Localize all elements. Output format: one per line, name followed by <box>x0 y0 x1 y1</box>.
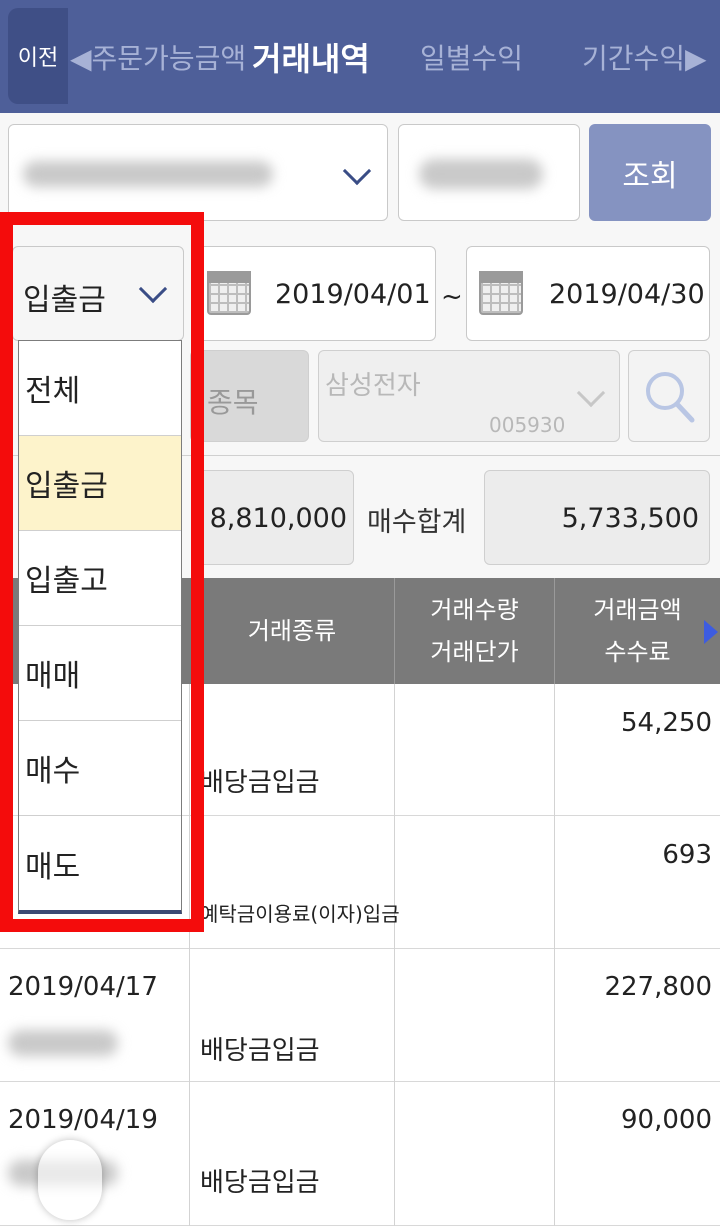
masked-detail <box>8 1030 118 1056</box>
buy-total-box: 5,733,500 <box>484 470 710 565</box>
calendar-icon[interactable] <box>207 271 251 315</box>
column-divider <box>554 684 555 1226</box>
date-to-field[interactable]: 2019/04/30 <box>466 246 710 341</box>
buy-total-label: 매수합계 <box>367 507 467 538</box>
account-select[interactable] <box>8 124 388 221</box>
back-button[interactable]: 이전 <box>8 8 68 104</box>
date-range-separator: ~ <box>441 282 463 312</box>
search-icon <box>646 372 695 423</box>
row-date: 2019/04/19 <box>8 1105 158 1135</box>
stock-button[interactable]: 종목 <box>190 350 309 442</box>
header-qty-price: 거래수량 거래단가 <box>395 578 554 684</box>
date-from-field[interactable]: 2019/04/01 <box>196 246 436 341</box>
chevron-down-icon <box>576 378 606 408</box>
buy-total-value: 5,733,500 <box>561 503 699 534</box>
header-fee-label: 수수료 <box>604 638 671 666</box>
header-amount-label: 거래금액 <box>593 596 682 624</box>
column-divider <box>394 684 395 1226</box>
stock-button-label: 종목 <box>207 386 259 419</box>
dropdown-option-deposit-withdrawal[interactable]: 입출금 <box>19 436 181 531</box>
type-select-value: 입출금 <box>23 283 106 318</box>
dropdown-option-trade[interactable]: 매매 <box>19 626 181 721</box>
chevron-down-icon <box>342 156 372 186</box>
date-from-value: 2019/04/01 <box>275 279 431 310</box>
row-amount: 227,800 <box>604 972 712 1002</box>
dropdown-option-sell[interactable]: 매도 <box>19 816 181 911</box>
row-amount: 693 <box>662 840 712 870</box>
floating-button[interactable] <box>38 1140 102 1220</box>
table-row[interactable] <box>0 949 720 1082</box>
header-amount-fee: 거래금액 수수료 <box>555 578 720 684</box>
calendar-icon[interactable] <box>479 271 523 315</box>
table-row[interactable] <box>0 1082 720 1226</box>
dropdown-option-stock-in-out[interactable]: 입출고 <box>19 531 181 626</box>
chevron-down-icon <box>138 274 168 304</box>
tab-order-available[interactable]: ◀주문가능금액 <box>70 0 246 113</box>
row-type: 배당금입금 <box>200 1036 320 1066</box>
password-field[interactable] <box>398 124 580 221</box>
masked-password <box>419 159 543 189</box>
stock-search-button[interactable] <box>628 350 710 442</box>
row-type: 배당금입금 <box>200 1168 320 1198</box>
dropdown-option-all[interactable]: 전체 <box>19 341 181 436</box>
header-price-label: 거래단가 <box>430 638 519 666</box>
stock-name: 삼성전자 <box>325 371 421 401</box>
row-date: 2019/04/17 <box>8 972 158 1002</box>
tab-daily-profit[interactable]: 일별수익 <box>420 0 523 113</box>
header-type-label: 거래종류 <box>247 617 337 645</box>
row-amount: 54,250 <box>621 708 712 738</box>
type-select[interactable]: 입출금 <box>12 246 184 341</box>
summary-value-box: 8,810,000 <box>196 470 354 565</box>
stock-select[interactable]: 삼성전자 005930 <box>318 350 620 442</box>
row-type: 예탁금이용료(이자)입금 <box>200 902 400 926</box>
column-divider <box>189 684 190 1226</box>
masked-account-number <box>23 161 273 187</box>
scroll-right-arrow-icon[interactable] <box>704 620 718 644</box>
dropdown-option-buy[interactable]: 매수 <box>19 721 181 816</box>
stock-code: 005930 <box>489 413 566 437</box>
query-button[interactable]: 조회 <box>589 124 711 221</box>
date-to-value: 2019/04/30 <box>549 279 705 310</box>
summary-value: 8,810,000 <box>209 503 347 534</box>
tab-transaction-history[interactable]: 거래내역 <box>252 0 370 113</box>
type-dropdown-list: 전체 입출금 입출고 매매 매수 매도 <box>18 340 182 914</box>
header-qty-label: 거래수량 <box>430 596 519 624</box>
row-amount: 90,000 <box>621 1105 712 1135</box>
header-type: 거래종류 <box>190 578 394 684</box>
row-type: 배당금입금 <box>200 768 320 798</box>
tab-period-profit[interactable]: 기간수익▶ <box>582 0 707 113</box>
